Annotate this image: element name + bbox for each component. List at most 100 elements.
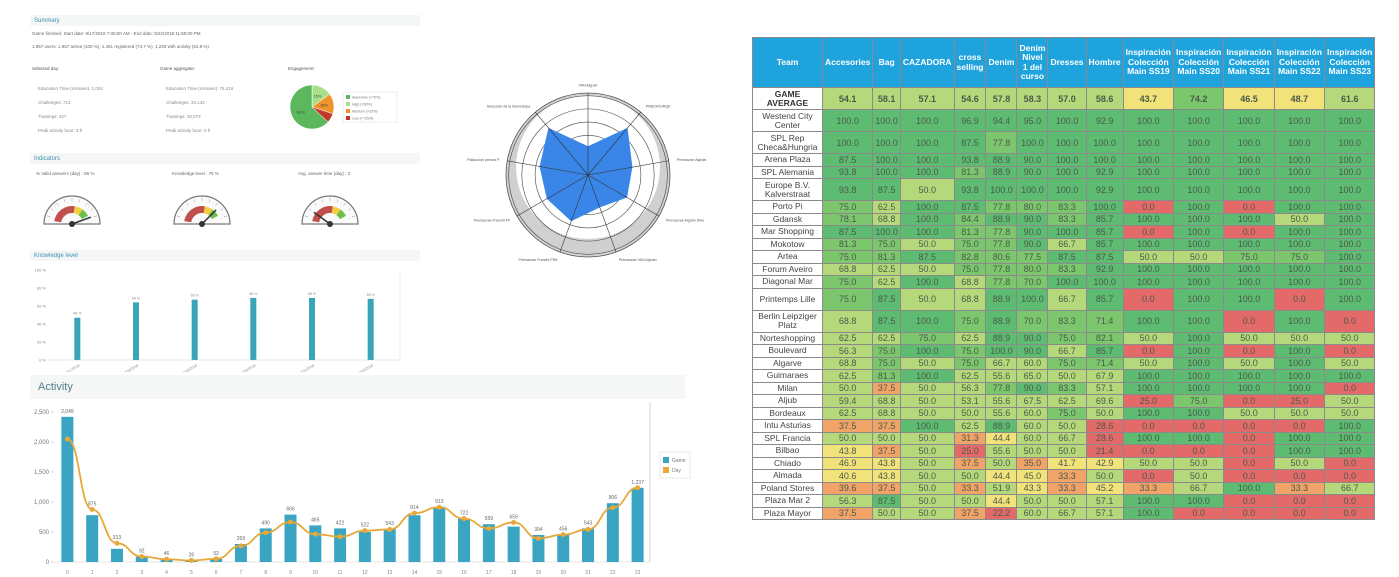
- team-name-cell: Intu Asturias: [752, 419, 823, 433]
- score-cell: 100.0: [1324, 153, 1376, 167]
- data-label: 92: [139, 548, 145, 554]
- score-cell: 50.0: [1273, 456, 1326, 470]
- column-header: CAZADORA: [899, 37, 955, 88]
- score-cell: 50.0: [899, 287, 955, 311]
- day-point: [511, 519, 517, 525]
- score-cell: 100.0: [1324, 431, 1376, 445]
- data-label: 666: [286, 507, 295, 513]
- score-cell: 50.0: [1085, 406, 1124, 420]
- x-tick-label: 10: [313, 570, 319, 576]
- score-cell: 100.0: [872, 165, 901, 179]
- score-cell: 100.0: [1172, 262, 1225, 276]
- score-cell: 100.0: [1122, 178, 1175, 201]
- table-row: Bordeaux 62.5 68.8 50.0 50.0 55.6 60.0 75.0 50.0…: [752, 406, 1376, 420]
- radar-axis-label: Premaurae Francht FF: [474, 219, 511, 223]
- score-cell: 100.0: [1122, 109, 1175, 132]
- score-cell: 87.5: [899, 250, 955, 264]
- score-cell: 85.7: [1085, 225, 1124, 239]
- score-cell: 100.0: [1172, 331, 1225, 345]
- score-cell: 87.5: [872, 309, 901, 333]
- day-point: [188, 557, 194, 563]
- score-cell: 75.0: [821, 200, 874, 214]
- score-cell: 100.0: [1223, 262, 1275, 276]
- score-cell: 100.0: [1085, 275, 1124, 289]
- table-row: SPL Rep Checa&Hungria 100.0 100.0 100.0 87.5…: [752, 131, 1376, 154]
- score-cell: 0.0: [1273, 506, 1326, 520]
- y-tick-label: 40 %: [37, 322, 47, 327]
- data-label: 422: [336, 520, 345, 526]
- score-cell: 81.3: [872, 250, 901, 264]
- score-cell: 83.3: [1047, 200, 1087, 214]
- score-cell: 82.8: [953, 250, 987, 264]
- score-cell: 75.0: [1223, 250, 1275, 264]
- table-row: Mokotow 81.3 75.0 50.0 75.0 77.8 90.0 66.7 85.7 1…: [752, 237, 1376, 251]
- score-cell: 25.0: [1122, 394, 1175, 408]
- column-header: Inspiración Colección Main SS20: [1172, 37, 1225, 88]
- score-cell: 33.3: [1122, 481, 1175, 495]
- score-cell: 50.0: [899, 394, 955, 408]
- bar-value-label: 66 %: [191, 294, 199, 298]
- score-cell: 100.0: [1273, 153, 1326, 167]
- score-cell: 75.0: [899, 331, 955, 345]
- activity-chart: 05001,0001,5002,0002,5000 1 2 3 4 5 6 7 8 9 10 11 12…: [34, 402, 691, 576]
- score-cell: 77.8: [985, 131, 1018, 154]
- score-cell: 50.0: [899, 178, 955, 201]
- score-cell: 33.3: [1047, 481, 1087, 495]
- table-row: Poland Stores 39.6 37.5 50.0 33.3 51.9 43.3 33.…: [752, 481, 1376, 495]
- score-cell: 81.3: [821, 237, 874, 251]
- day-point: [610, 505, 616, 511]
- team-name-cell: Diagonal Mar: [752, 275, 823, 289]
- x-tick-label: 7: [240, 570, 243, 576]
- team-name-cell: Milan: [752, 381, 823, 395]
- score-cell: 100.0: [1172, 369, 1225, 383]
- score-cell: 83.3: [1047, 262, 1087, 276]
- score-cell: 62.5: [821, 331, 874, 345]
- score-cell: 62.5: [872, 331, 901, 345]
- score-cell: 0.0: [1223, 344, 1275, 358]
- score-cell: 78.1: [821, 212, 874, 226]
- y-tick-label: 1,500: [34, 470, 50, 476]
- score-cell: 77.8: [985, 381, 1018, 395]
- score-cell: 92.9: [1085, 262, 1124, 276]
- score-cell: 50.0: [1223, 406, 1275, 420]
- score-cell: 100.0: [1223, 178, 1275, 201]
- y-tick-label: 60 %: [37, 304, 47, 309]
- score-cell: 50.0: [1122, 356, 1175, 370]
- day-point: [312, 531, 318, 537]
- score-cell: 67.9: [1085, 369, 1124, 383]
- score-cell: 50.0: [899, 237, 955, 251]
- score-cell: 100.0: [1122, 431, 1175, 445]
- summary-users: 1,957 users: 1,957 active (100 %), 1,461…: [32, 44, 209, 49]
- column-header: Inspiración Colección Main SS21: [1223, 37, 1275, 88]
- score-cell: 100.0: [1122, 275, 1175, 289]
- activity-title: Activity: [38, 381, 73, 393]
- score-cell: 66.7: [1047, 506, 1087, 520]
- score-cell: 56.3: [821, 494, 874, 508]
- score-cell: 77.8: [985, 225, 1018, 239]
- data-label: 490: [262, 520, 271, 526]
- data-label: 906: [609, 495, 618, 501]
- score-cell: 75.0: [953, 356, 987, 370]
- game-bar: [507, 526, 520, 562]
- score-cell: 92.9: [1085, 109, 1124, 132]
- gauge-label: Avg. answer time (day) : 3: [298, 171, 351, 176]
- score-cell: 100.0: [1273, 275, 1326, 289]
- column-header: cross selling: [953, 37, 987, 88]
- x-tick-label: 9/17/2018: [65, 363, 81, 372]
- score-cell: 68.8: [821, 262, 874, 276]
- day-point: [461, 516, 467, 522]
- score-cell: 100.0: [1172, 109, 1225, 132]
- score-cell: 100.0: [1324, 131, 1376, 154]
- score-cell: 100.0: [1223, 369, 1275, 383]
- score-cell: 81.3: [872, 369, 901, 383]
- score-cell: 100.0: [872, 109, 901, 132]
- x-tick-label: 13: [387, 570, 393, 576]
- score-cell: 100.0: [1047, 178, 1087, 201]
- score-cell: 50.0: [1047, 494, 1087, 508]
- pie-slice-label: 15%: [320, 103, 328, 108]
- knowledge-level-header: Knowledge level: [30, 250, 420, 261]
- score-cell: 88.9: [985, 153, 1018, 167]
- score-cell: 50.0: [1324, 394, 1376, 408]
- day-point: [213, 556, 219, 562]
- score-cell: 68.8: [953, 287, 987, 311]
